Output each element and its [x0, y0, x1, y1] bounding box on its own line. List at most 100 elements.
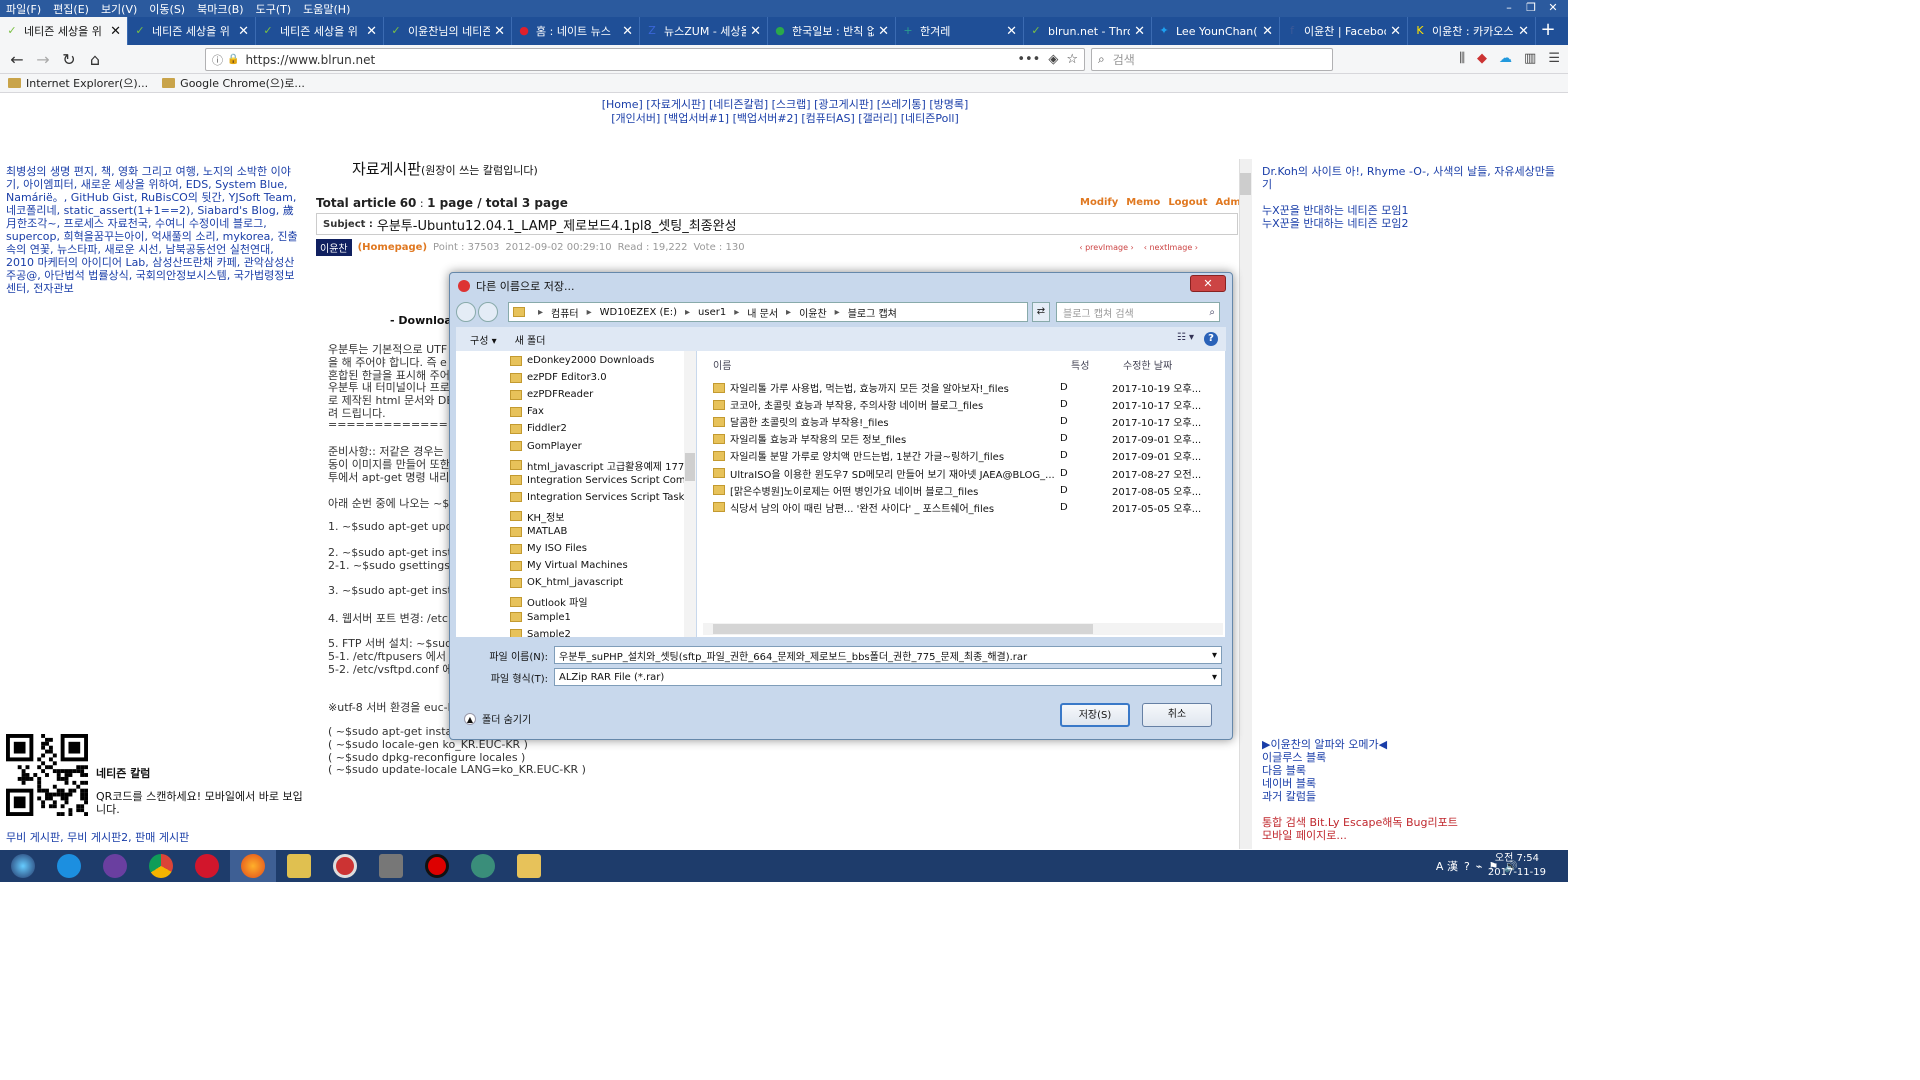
chevron-right-icon[interactable]: ▸ — [538, 307, 543, 318]
chevron-right-icon[interactable]: ▸ — [786, 307, 791, 318]
tab-5[interactable]: ● 홈 : 네이트 뉴스 ✕ — [512, 17, 640, 45]
new-folder-button[interactable]: 새 폴더 — [515, 332, 546, 347]
sync-icon[interactable]: ☁ — [1499, 51, 1512, 66]
menu-bookmarks[interactable]: 북마크(B) — [191, 1, 250, 17]
menu-view[interactable]: 보기(V) — [95, 1, 143, 17]
file-row[interactable]: 달콤한 초콜릿의 효능과 부작용!_files D 2017-10-17 오후... — [713, 414, 1202, 429]
right-link[interactable]: 누X꾼을 반대하는 네티즌 모임1 — [1262, 204, 1562, 217]
right-link[interactable] — [1262, 191, 1562, 204]
minimize-icon[interactable]: – — [1498, 0, 1520, 16]
tab-7[interactable]: ● 한국일보 : 반칙 없 ✕ — [768, 17, 896, 45]
right-bottom-link[interactable]: 과거 칼럼들 — [1262, 790, 1562, 803]
tree-item[interactable]: My ISO Files — [510, 543, 587, 554]
tree-item[interactable]: Outlook 파일 — [510, 594, 588, 609]
tree-item[interactable]: eDonkey2000 Downloads — [510, 355, 654, 366]
file-row[interactable]: UltraISO을 이용한 윈도우7 SD메모리 만들어 보기 재아넷 JAEA… — [713, 466, 1202, 481]
tab-12[interactable]: K 이윤찬 : 카카오스 ✕ — [1408, 17, 1536, 45]
tab-close-icon[interactable]: ✕ — [238, 24, 249, 39]
home-icon[interactable]: ⌂ — [84, 49, 106, 71]
modify-link[interactable]: Modify — [1080, 197, 1118, 208]
left-bottom-links[interactable]: 무비 게시판, 무비 게시판2, 판매 게시판 — [6, 829, 189, 845]
author-name[interactable]: 이윤찬 — [316, 238, 352, 256]
tab-close-icon[interactable]: ✕ — [1518, 24, 1529, 39]
top-nav-line1[interactable]: [Home] [자료게시판] [네티즌칼럼] [스크랩] [광고게시판] [쓰레… — [560, 98, 1010, 112]
tree-item[interactable]: KH_정보 — [510, 509, 564, 524]
file-row[interactable]: 자일리톨 분말 가루로 양치액 만드는법, 1분간 가글~링하기_files D 2… — [713, 448, 1202, 463]
tab-close-icon[interactable]: ✕ — [622, 24, 633, 39]
help-icon[interactable]: ? — [1204, 332, 1218, 346]
tab-close-icon[interactable]: ✕ — [494, 24, 505, 39]
filetype-select[interactable]: ALZip RAR File (*.rar) ▾ — [554, 668, 1222, 686]
tree-item[interactable]: Fiddler2 — [510, 423, 567, 434]
taskbar-app6[interactable] — [276, 850, 322, 882]
right-link[interactable]: 누X꾼을 반대하는 네티즌 모임2 — [1262, 217, 1562, 230]
menu-go[interactable]: 이동(S) — [143, 1, 191, 17]
dialog-close-button[interactable]: ✕ — [1190, 275, 1226, 292]
taskbar-app8[interactable] — [368, 850, 414, 882]
tab-close-icon[interactable]: ✕ — [1134, 24, 1145, 39]
right-link[interactable]: Dr.Koh의 사이트 아!, Rhyme -O-, 사색의 날들, 자유세상만… — [1262, 165, 1562, 191]
menu-file[interactable]: 파일(F) — [0, 1, 47, 17]
chevron-right-icon[interactable]: ▸ — [835, 307, 840, 318]
file-row[interactable]: 코코아, 초콜릿 효능과 부작용, 주의사항 네이버 블로그_files D 201… — [713, 397, 1202, 412]
logout-link[interactable]: Logout — [1168, 197, 1207, 208]
breadcrumb-item[interactable]: 블로그 캡쳐 — [848, 305, 897, 320]
tab-9[interactable]: ✓ blrun.net - Thrott ✕ — [1024, 17, 1152, 45]
filename-input[interactable]: 우분투_suPHP_설치와_셋팅(sftp_파일_권한_664_문제와_제로보드… — [554, 646, 1222, 664]
chevron-down-icon[interactable]: ▾ — [1212, 650, 1221, 661]
tree-item[interactable]: Integration Services Script Compone — [510, 475, 695, 486]
dialog-search-input[interactable]: 블로그 캡쳐 검색 ⌕ — [1056, 302, 1220, 322]
column-name[interactable]: 이름 — [713, 357, 731, 372]
tree-item[interactable]: OK_html_javascript — [510, 577, 623, 588]
tree-item[interactable]: Sample2 — [510, 629, 571, 637]
organize-button[interactable]: 구성 ▾ — [470, 332, 497, 347]
tree-scrollbar[interactable] — [684, 351, 696, 637]
new-tab-button[interactable]: + — [1536, 17, 1560, 45]
taskbar-app7[interactable] — [322, 850, 368, 882]
tree-scrollbar-thumb[interactable] — [685, 453, 695, 481]
tree-item[interactable]: html_javascript 고급활용예제 177선 — [510, 458, 693, 473]
tree-item[interactable]: Fax — [510, 406, 544, 417]
tab-close-icon[interactable]: ✕ — [366, 24, 377, 39]
addon-icon[interactable]: ◆ — [1477, 51, 1487, 66]
left-sidebar-links[interactable]: 최병성의 생명 편지, 책, 영화 그리고 여행, 노지의 소박한 이야기, 아… — [6, 165, 302, 295]
memo-link[interactable]: Memo — [1126, 197, 1160, 208]
taskbar-explorer[interactable] — [506, 850, 552, 882]
tree-item[interactable]: Integration Services Script Task — [510, 492, 684, 503]
library-icon[interactable]: ⫼ — [1459, 51, 1465, 66]
reload-icon[interactable]: ↻ — [58, 49, 80, 71]
taskbar-app9[interactable] — [414, 850, 460, 882]
hamburger-menu-icon[interactable]: ☰ — [1548, 51, 1560, 66]
next-link[interactable]: ‹ nextImage › — [1144, 243, 1198, 252]
chevron-right-icon[interactable]: ▸ — [734, 307, 739, 318]
dialog-path-breadcrumb[interactable]: ▸ 컴퓨터 ▸ WD10EZEX (E:) ▸ user1 ▸ 내 문서 ▸ 이윤찬 ▸ 블로그 캡쳐 — [508, 302, 1028, 322]
network-icon[interactable]: ⌁ — [1476, 860, 1483, 873]
column-attr[interactable]: 특성 — [1071, 357, 1089, 372]
chevron-down-icon[interactable]: ▾ — [1212, 672, 1221, 683]
right-bottom-link[interactable]: ▶이윤찬의 알파와 오메가◀ — [1262, 738, 1562, 751]
dialog-forward-button[interactable] — [478, 302, 498, 322]
tab-1[interactable]: ✓ 네티즌 세상을 위 ✕ — [0, 17, 128, 45]
right-bottom-link[interactable]: 통합 검색 Bit.Ly Escape해독 Bug리포트 — [1262, 816, 1562, 829]
menu-edit[interactable]: 편집(E) — [47, 1, 95, 17]
back-icon[interactable]: ← — [6, 49, 28, 71]
bookmark-ie[interactable]: Internet Explorer(으)... — [8, 75, 148, 91]
view-options-icon[interactable]: ☷ ▾ — [1177, 332, 1194, 346]
tab-8[interactable]: + 한겨레 ✕ — [896, 17, 1024, 45]
page-scrollbar[interactable] — [1239, 159, 1252, 849]
right-bottom-link[interactable] — [1262, 803, 1562, 816]
right-bottom-link[interactable]: 이글루스 블록 — [1262, 751, 1562, 764]
save-button[interactable]: 저장(S) — [1060, 703, 1130, 727]
tab-11[interactable]: f 이윤찬 | Facebook ✕ — [1280, 17, 1408, 45]
taskbar-app2[interactable] — [92, 850, 138, 882]
taskbar-firefox[interactable] — [230, 850, 276, 882]
breadcrumb-item[interactable]: 컴퓨터 — [551, 305, 579, 320]
file-row[interactable]: 자일리톨 효능과 부작용의 모든 정보_files D 2017-09-01 오후.… — [713, 431, 1202, 446]
page-actions-icon[interactable]: ••• — [1017, 52, 1040, 67]
tab-3[interactable]: ✓ 네티즌 세상을 위 ✕ — [256, 17, 384, 45]
file-row[interactable]: 식당서 남의 아이 때린 남편... '완전 사이다' _ 포스트쉐어_file… — [713, 500, 1202, 515]
tree-item[interactable]: MATLAB — [510, 526, 567, 537]
file-row[interactable]: [맑은수병원]노이로제는 어떤 병인가요 네이버 블로그_files D 2017-… — [713, 483, 1202, 498]
file-list-hscrollbar-thumb[interactable] — [713, 624, 1093, 634]
maximize-icon[interactable]: ❐ — [1520, 0, 1542, 16]
